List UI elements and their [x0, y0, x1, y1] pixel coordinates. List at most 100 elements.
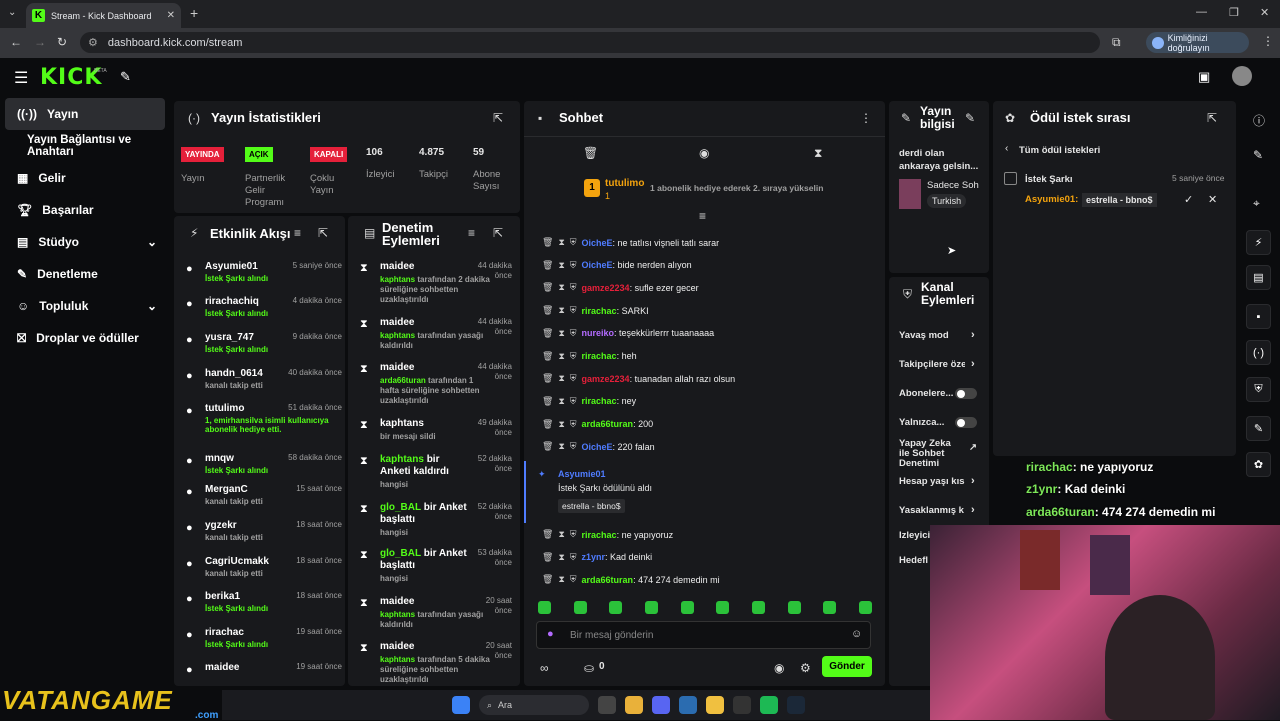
emote-icon[interactable]: [858, 601, 872, 614]
maximize-icon[interactable]: ❐: [1229, 6, 1239, 19]
moderation-tool-icon[interactable]: ▤: [1246, 265, 1271, 290]
hourglass-icon[interactable]: ⧗: [814, 146, 822, 161]
ban-icon[interactable]: ⛨: [570, 441, 577, 452]
delete-message-icon[interactable]: 🗑︎: [542, 373, 553, 384]
ban-icon[interactable]: ⛨: [570, 373, 577, 384]
more-options-icon[interactable]: ⋮: [860, 111, 872, 125]
user-avatar[interactable]: [1232, 66, 1252, 86]
emote-icon[interactable]: [680, 601, 694, 614]
ban-icon[interactable]: ⛨: [570, 351, 577, 362]
timeout-icon[interactable]: ⧗: [558, 396, 564, 407]
channel-action-item[interactable]: Hesap yaşı kıs ›: [899, 476, 981, 490]
emote-icon[interactable]: [573, 601, 587, 614]
channel-action-item[interactable]: Yalnızca...: [899, 417, 981, 431]
minimize-icon[interactable]: —: [1196, 6, 1207, 18]
reject-close-icon[interactable]: ✕: [1208, 193, 1217, 206]
browser-menu-icon[interactable]: ⋮: [1262, 34, 1274, 48]
delete-message-icon[interactable]: 🗑︎: [542, 574, 553, 585]
forward-icon[interactable]: →: [34, 35, 46, 49]
extensions-icon[interactable]: ⧉: [1112, 35, 1121, 50]
all-rewards-link[interactable]: Tüm ödül istekleri: [1019, 145, 1100, 156]
emote-icon[interactable]: [716, 601, 730, 614]
delete-message-icon[interactable]: 🗑︎: [542, 419, 553, 430]
sidebar-item-basarilar[interactable]: 🏆︎ Başarılar: [5, 194, 165, 226]
chat-username[interactable]: gamze2234: [582, 374, 630, 384]
sidebar-item-topluluk[interactable]: ☺ Topluluk ⌄: [5, 290, 165, 322]
ban-icon[interactable]: ⛨: [570, 552, 577, 563]
channel-actions-tool-icon[interactable]: ⛨: [1246, 377, 1271, 402]
timeout-icon[interactable]: ⧗: [558, 574, 564, 585]
window-close-icon[interactable]: ✕: [1260, 6, 1269, 19]
chat-bubble-icon[interactable]: ◉: [774, 661, 784, 675]
delete-message-icon[interactable]: 🗑︎: [542, 260, 553, 271]
toggle-switch[interactable]: [955, 388, 977, 399]
chat-username[interactable]: rirachac: [582, 530, 617, 540]
emote-icon[interactable]: [609, 601, 623, 614]
site-info-icon[interactable]: ⚙: [88, 36, 98, 49]
filter-icon[interactable]: ≡: [294, 226, 301, 240]
delete-message-icon[interactable]: 🗑︎: [542, 237, 553, 248]
sidebar-item-yayin[interactable]: ((·)) Yayın: [5, 98, 165, 130]
sidebar-item-denetleme[interactable]: ✎ Denetleme: [5, 258, 165, 290]
emote-icon[interactable]: [787, 601, 801, 614]
sidebar-item-stream-key[interactable]: Yayın Bağlantısı ve Anahtarı: [5, 130, 165, 162]
chat-username[interactable]: arda66turan: [582, 419, 634, 429]
channel-action-item[interactable]: Takipçilere öze ›: [899, 359, 981, 373]
wrench-tool-icon[interactable]: ✎: [1246, 416, 1271, 441]
ban-icon[interactable]: ⛨: [570, 305, 577, 316]
chrome-icon[interactable]: [625, 696, 643, 714]
broadcast-tool-icon[interactable]: (·): [1246, 340, 1271, 365]
ban-icon[interactable]: ⛨: [570, 260, 577, 271]
timeout-icon[interactable]: ⧗: [558, 552, 564, 563]
discord-icon[interactable]: [652, 696, 670, 714]
popout-icon[interactable]: ⇱: [493, 111, 503, 125]
verify-identity-button[interactable]: Kimliğinizi doğrulayın: [1146, 32, 1249, 53]
timeout-icon[interactable]: ⧗: [558, 260, 564, 271]
edit-pencil-icon[interactable]: ✎: [965, 111, 975, 125]
sidebar-item-gelir[interactable]: ▦ Gelir: [5, 162, 165, 194]
chat-tool-icon[interactable]: ▪: [1246, 304, 1271, 329]
chat-username[interactable]: rirachac: [582, 351, 617, 361]
chat-username[interactable]: OicheE: [582, 238, 613, 248]
edit-pencil-icon[interactable]: ✎: [1253, 148, 1263, 162]
sidebar-item-studyo[interactable]: ▤ Stüdyo ⌄: [5, 226, 165, 258]
emote-icon[interactable]: [751, 601, 765, 614]
chat-bubble-icon[interactable]: ◉: [699, 146, 709, 160]
popout-icon[interactable]: ⇱: [1207, 111, 1217, 125]
task-view-icon[interactable]: [598, 696, 616, 714]
ban-icon[interactable]: ⛨: [570, 574, 577, 585]
info-icon[interactable]: ⓘ: [1253, 112, 1265, 129]
tab-list-icon[interactable]: ⌄: [8, 7, 16, 18]
timeout-icon[interactable]: ⧗: [558, 237, 564, 248]
filter-icon[interactable]: ≡: [468, 226, 475, 240]
creator-tools-icon[interactable]: ✎: [120, 69, 131, 85]
file-explorer-icon[interactable]: [706, 696, 724, 714]
delete-message-icon[interactable]: 🗑︎: [542, 529, 553, 540]
new-tab-icon[interactable]: +: [190, 5, 198, 21]
trash-icon[interactable]: 🗑︎: [583, 146, 598, 160]
preview-icon[interactable]: ▣: [1198, 69, 1210, 85]
taskbar-search[interactable]: ⌕ Ara: [479, 695, 589, 715]
delete-message-icon[interactable]: 🗑︎: [542, 441, 553, 452]
chat-input[interactable]: ● Bir mesaj gönderin ☺: [536, 621, 871, 649]
ban-icon[interactable]: ⛨: [570, 419, 577, 430]
channel-action-item[interactable]: Yasaklanmış k ›: [899, 505, 981, 519]
reward-tool-icon[interactable]: ✿: [1246, 452, 1271, 477]
send-button[interactable]: Gönder: [822, 656, 872, 677]
accept-check-icon[interactable]: ✓: [1184, 193, 1193, 206]
channel-action-item[interactable]: Abonelere...: [899, 388, 981, 402]
chat-username[interactable]: gamze2234: [582, 283, 630, 293]
timeout-icon[interactable]: ⧗: [558, 419, 564, 430]
close-tab-icon[interactable]: ✕: [167, 10, 175, 21]
ban-icon[interactable]: ⛨: [570, 237, 577, 248]
windows-start-icon[interactable]: [452, 696, 470, 714]
timeout-icon[interactable]: ⧗: [558, 305, 564, 316]
ban-icon[interactable]: ⛨: [570, 328, 577, 339]
ban-icon[interactable]: ⛨: [570, 396, 577, 407]
back-icon[interactable]: ←: [10, 35, 22, 49]
chevron-left-icon[interactable]: ‹: [1005, 143, 1008, 154]
timeout-icon[interactable]: ⧗: [558, 373, 564, 384]
hamburger-menu-icon[interactable]: ☰: [14, 68, 28, 88]
popout-icon[interactable]: ⇱: [493, 226, 503, 240]
popout-icon[interactable]: ⇱: [318, 226, 328, 240]
